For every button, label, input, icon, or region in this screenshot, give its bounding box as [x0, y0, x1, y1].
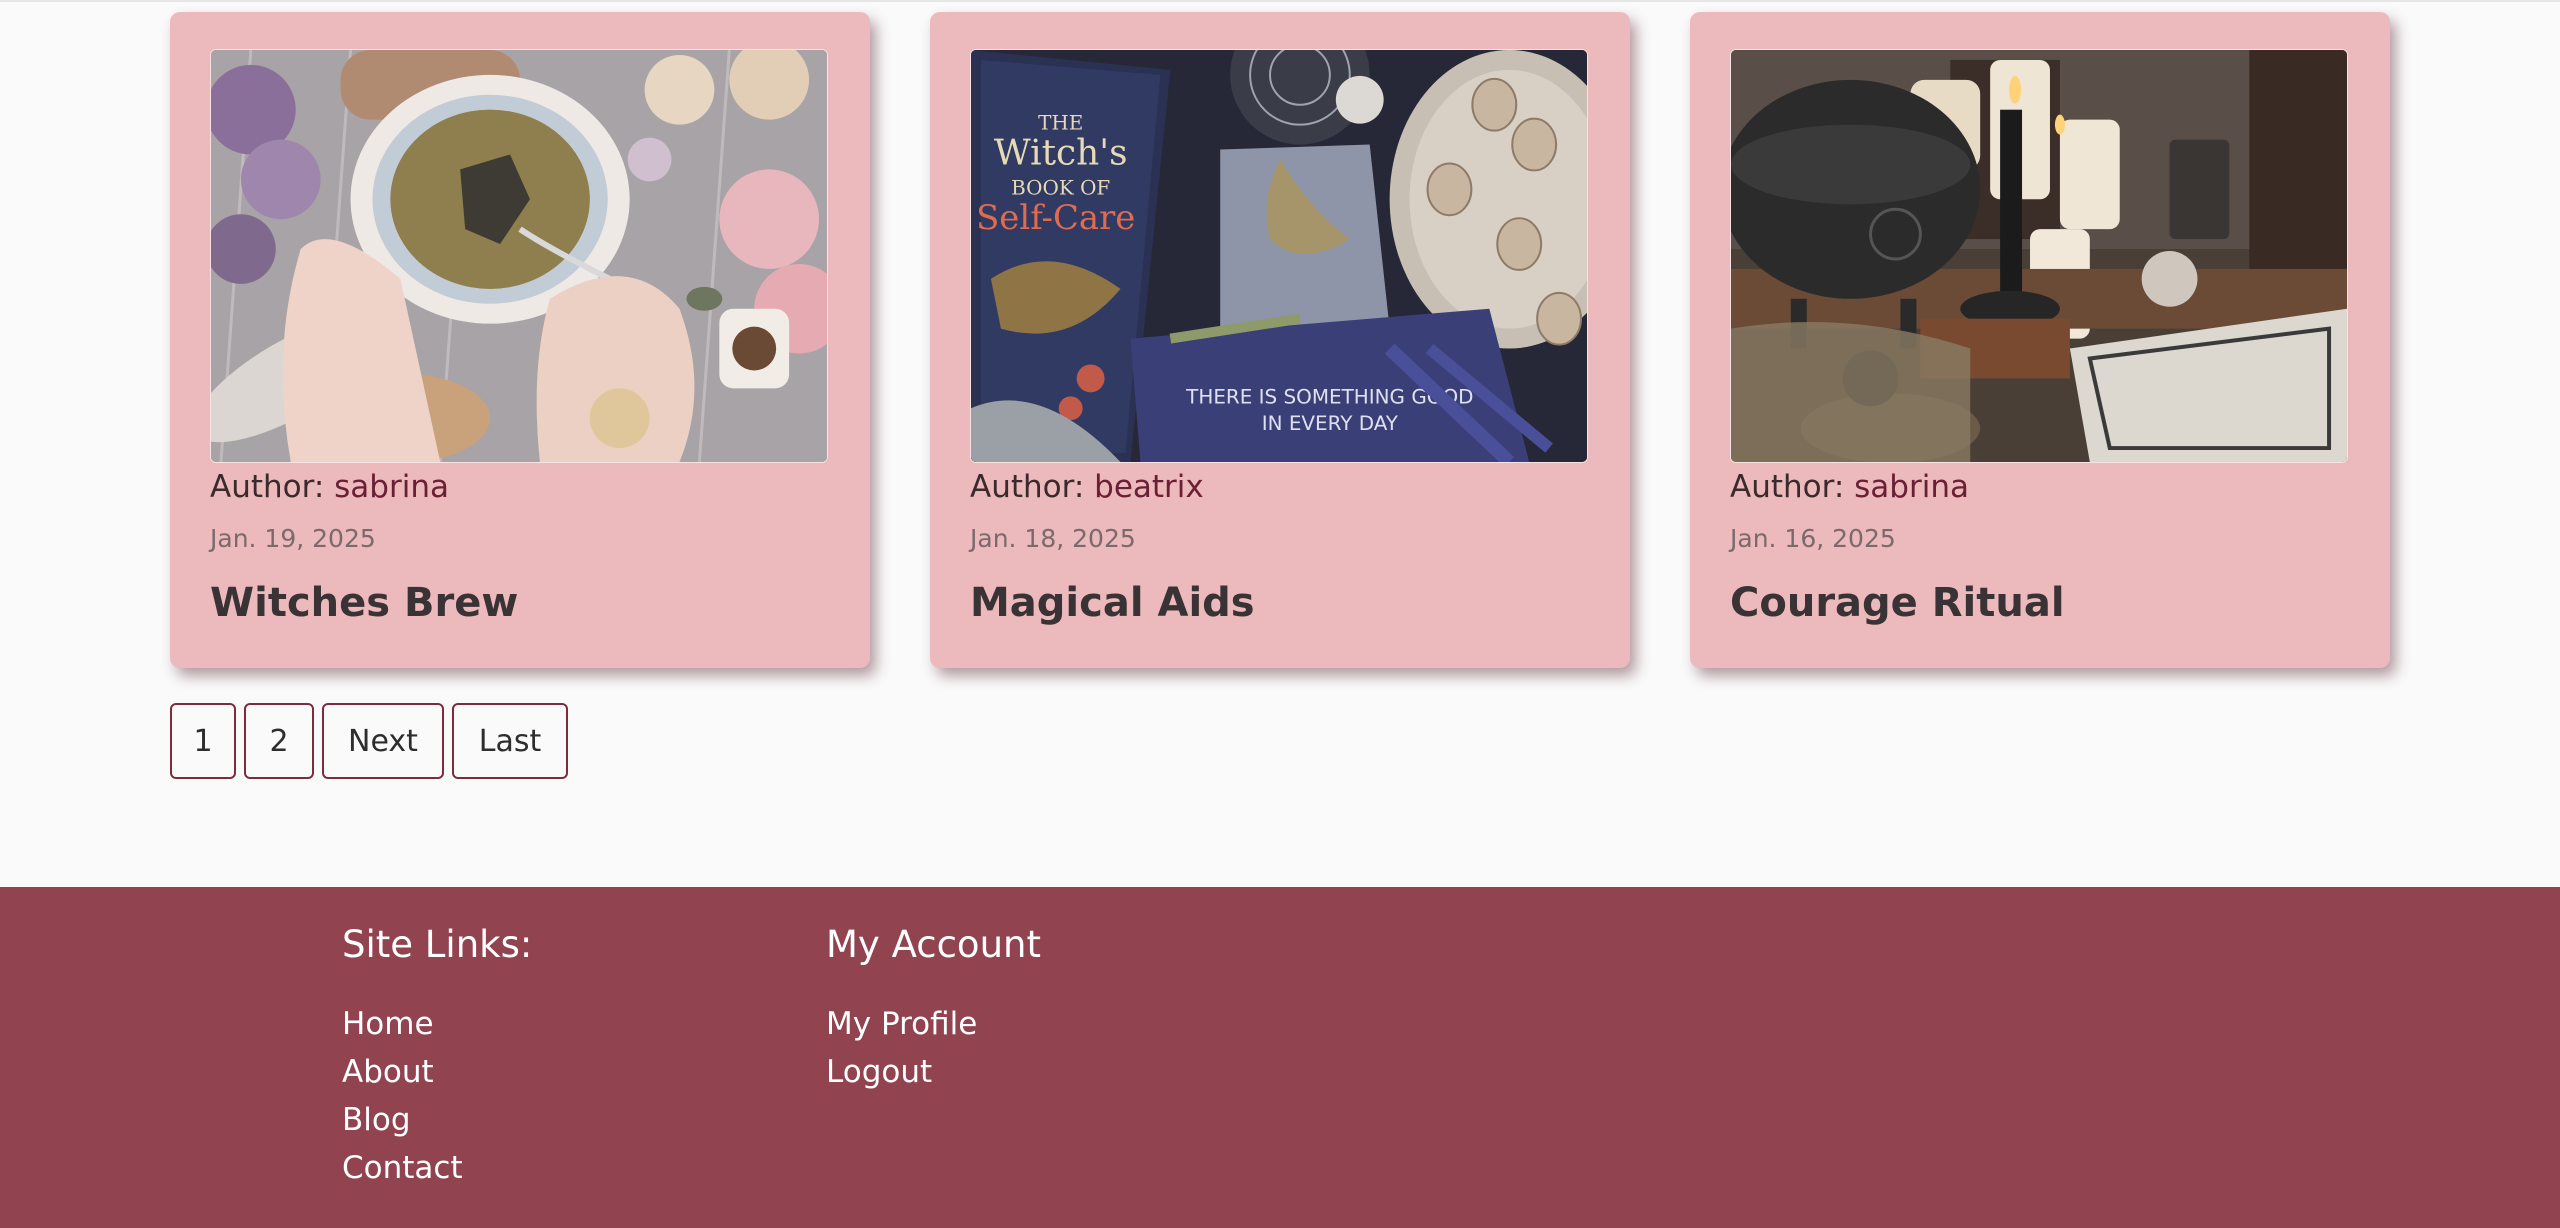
post-author: Author: beatrix: [970, 469, 1204, 505]
my-account-heading: My Account: [826, 923, 1041, 966]
witch-book-illustration: THE Witch's BOOK OF Self-Care THERE IS S…: [971, 50, 1587, 462]
site-footer: Site Links: Home About Blog Contact My A…: [0, 887, 2560, 1228]
page-2-button[interactable]: 2: [244, 703, 314, 779]
book-title-line2: Witch's: [994, 132, 1128, 173]
page-1-button[interactable]: 1: [170, 703, 236, 779]
post-image-cauldron[interactable]: [1730, 49, 2348, 463]
footer-link-about[interactable]: About: [342, 1048, 532, 1096]
author-label: Author:: [970, 469, 1085, 505]
post-author: Author: sabrina: [1730, 469, 1969, 505]
last-page-button[interactable]: Last: [452, 703, 568, 779]
post-author: Author: sabrina: [210, 469, 449, 505]
footer-link-home[interactable]: Home: [342, 1000, 532, 1048]
cauldron-illustration: [1731, 50, 2347, 462]
post-date: Jan. 16, 2025: [1730, 524, 1896, 553]
post-image-book[interactable]: THE Witch's BOOK OF Self-Care THERE IS S…: [970, 49, 1588, 463]
post-image-tea[interactable]: [210, 49, 828, 463]
author-name[interactable]: sabrina: [1854, 469, 1969, 505]
author-label: Author:: [210, 469, 325, 505]
next-page-button[interactable]: Next: [322, 703, 444, 779]
author-name[interactable]: sabrina: [334, 469, 449, 505]
post-title[interactable]: Magical Aids: [970, 580, 1255, 626]
site-links-heading: Site Links:: [342, 923, 533, 966]
book-title-line1: THE: [1038, 112, 1083, 135]
post-date: Jan. 18, 2025: [970, 524, 1136, 553]
top-divider: [0, 0, 2560, 2]
book-title-line4: Self-Care: [976, 198, 1135, 237]
book-title-line3: BOOK OF: [1011, 176, 1110, 199]
footer-link-logout[interactable]: Logout: [826, 1048, 1041, 1096]
footer-link-my-profile[interactable]: My Profile: [826, 1000, 1041, 1048]
post-date: Jan. 19, 2025: [210, 524, 376, 553]
footer-link-blog[interactable]: Blog: [342, 1096, 532, 1144]
blog-post-card[interactable]: Author: sabrina Jan. 16, 2025 Courage Ri…: [1690, 12, 2390, 668]
blog-post-card[interactable]: Author: sabrina Jan. 19, 2025 Witches Br…: [170, 12, 870, 668]
tea-cup-illustration: [211, 50, 827, 462]
author-label: Author:: [1730, 469, 1845, 505]
footer-link-contact[interactable]: Contact: [342, 1144, 532, 1192]
blog-post-card[interactable]: THE Witch's BOOK OF Self-Care THERE IS S…: [930, 12, 1630, 668]
blog-post-grid: Author: sabrina Jan. 19, 2025 Witches Br…: [170, 12, 2390, 668]
footer-site-links: Site Links: Home About Blog Contact: [342, 923, 532, 1192]
notebook-text-line2: IN EVERY DAY: [1262, 412, 1399, 435]
footer-my-account: My Account My Profile Logout: [826, 923, 1041, 1096]
author-name[interactable]: beatrix: [1094, 469, 1204, 505]
post-title[interactable]: Witches Brew: [210, 580, 518, 626]
post-title[interactable]: Courage Ritual: [1730, 580, 2065, 626]
